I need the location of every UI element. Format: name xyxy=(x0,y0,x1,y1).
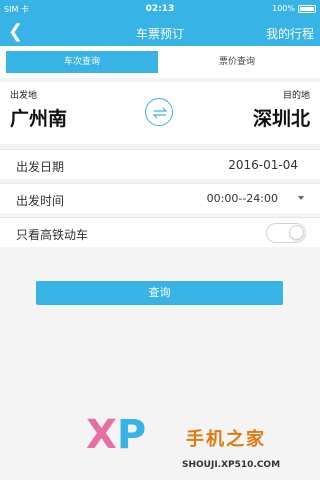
date-label: 出发日期 xyxy=(16,160,65,174)
highspeed-row: 只看高铁动车 xyxy=(0,217,320,247)
route-card: 出发地 目的地 广州南 深圳北 xyxy=(0,82,320,144)
from-label: 出发地 xyxy=(10,91,38,101)
battery-icon xyxy=(298,4,316,13)
swap-arrows-icon xyxy=(152,107,168,119)
time-label: 出发时间 xyxy=(16,194,65,208)
to-station[interactable]: 深圳北 xyxy=(253,104,310,131)
nav-bar: ❮ 车票预订 我的行程 xyxy=(0,18,320,46)
xp-logo: XP xyxy=(86,412,147,458)
swap-stations-icon[interactable] xyxy=(145,98,173,126)
status-bar: SIM 卡 02:13 100% xyxy=(0,0,320,18)
toggle-knob xyxy=(289,225,304,240)
highspeed-label: 只看高铁动车 xyxy=(16,228,89,242)
date-value[interactable]: 2016-01-04 xyxy=(228,158,298,172)
tab-train-query[interactable]: 车次查询 xyxy=(6,51,158,73)
my-trips-button[interactable]: 我的行程 xyxy=(266,25,314,42)
from-station[interactable]: 广州南 xyxy=(10,104,67,131)
tab-fare-query[interactable]: 票价查询 xyxy=(160,51,314,73)
time-row[interactable]: 出发时间 00:00--24:00 xyxy=(0,183,320,213)
query-button[interactable]: 查询 xyxy=(36,281,283,305)
highspeed-toggle[interactable] xyxy=(266,223,306,243)
battery-indicator: 100% xyxy=(272,4,316,13)
watermark: XP 手机之家 SHOUJI.XP510.COM xyxy=(86,405,320,480)
watermark-text: 手机之家 xyxy=(186,429,266,450)
watermark-url: SHOUJI.XP510.COM xyxy=(182,460,281,470)
to-label: 目的地 xyxy=(282,91,310,101)
time-value[interactable]: 00:00--24:00 xyxy=(207,192,278,205)
battery-percent: 100% xyxy=(272,4,295,13)
date-row[interactable]: 出发日期 2016-01-04 xyxy=(0,149,320,179)
query-tabs: 车次查询 票价查询 xyxy=(0,46,320,78)
chevron-down-icon[interactable] xyxy=(298,196,304,200)
